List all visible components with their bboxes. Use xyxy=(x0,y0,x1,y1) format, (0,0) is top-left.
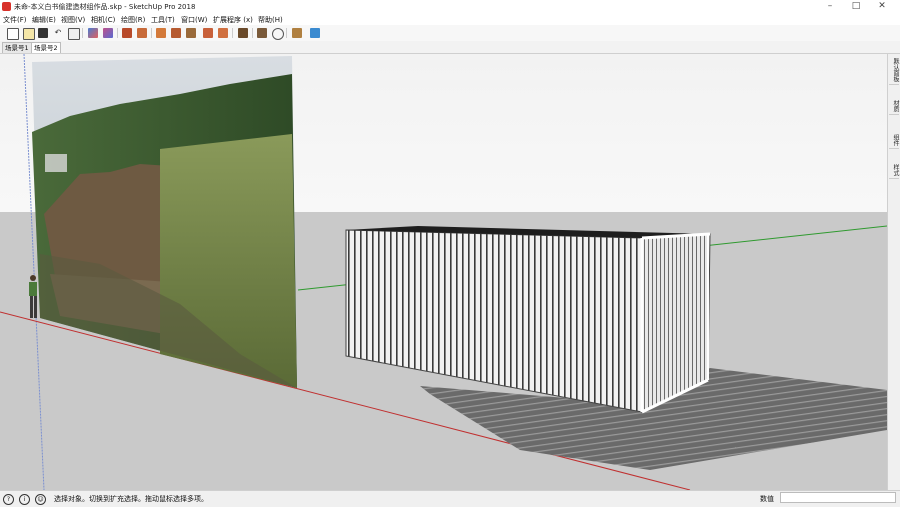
toolbar-separator xyxy=(151,28,152,38)
toolbar-separator xyxy=(286,28,287,38)
move-icon[interactable] xyxy=(218,28,228,38)
credits-icon[interactable]: i xyxy=(19,494,30,505)
warehouse-icon[interactable] xyxy=(292,28,302,38)
orbit-icon[interactable] xyxy=(272,28,284,40)
maximize-button[interactable]: □ xyxy=(844,0,868,13)
title-bar: 未命-本义白书偷建造材组作品.skp - SketchUp Pro 2018 –… xyxy=(0,0,900,13)
print-icon[interactable] xyxy=(68,28,80,40)
scene-tabs: 场景号1 场景号2 xyxy=(0,41,900,54)
menu-view[interactable]: 视图(V) xyxy=(61,15,85,25)
window-title: 未命-本义白书偷建造材组作品.skp - SketchUp Pro 2018 xyxy=(14,3,196,11)
save-icon[interactable] xyxy=(38,28,48,38)
extension-icon[interactable] xyxy=(310,28,320,38)
toolbar: ↶ xyxy=(0,25,900,42)
shape-icon[interactable] xyxy=(186,28,196,38)
menu-extensions[interactable]: 扩展程序 (x) xyxy=(213,15,253,25)
toolbar-separator xyxy=(117,28,118,38)
menu-draw[interactable]: 绘图(R) xyxy=(121,15,145,25)
rotate-icon[interactable] xyxy=(238,28,248,38)
tray-tab-components[interactable]: 组件 xyxy=(889,132,899,149)
user-icon[interactable]: ☺ xyxy=(35,494,46,505)
toolbar-separator xyxy=(232,28,233,38)
tray-tab-styles[interactable]: 样式 xyxy=(889,162,899,179)
minimize-button[interactable]: – xyxy=(818,0,842,13)
menu-camera[interactable]: 相机(C) xyxy=(91,15,115,25)
select-icon[interactable] xyxy=(88,28,98,38)
menu-help[interactable]: 帮助(H) xyxy=(258,15,283,25)
menu-edit[interactable]: 编辑(E) xyxy=(32,15,56,25)
menu-file[interactable]: 文件(F) xyxy=(3,15,27,25)
menu-window[interactable]: 窗口(W) xyxy=(181,15,207,25)
toolbar-separator xyxy=(82,28,83,38)
status-hint: 选择对象。切换到扩充选择。拖动鼠标选择多项。 xyxy=(54,495,208,503)
line-icon[interactable] xyxy=(137,28,147,38)
menu-bar: 文件(F) 编辑(E) 视图(V) 相机(C) 绘图(R) 工具(T) 窗口(W… xyxy=(0,13,900,25)
close-button[interactable]: ✕ xyxy=(870,0,894,13)
toolbar-separator xyxy=(252,28,253,38)
tab-scene-2[interactable]: 场景号2 xyxy=(31,42,61,53)
viewport-canvas[interactable] xyxy=(0,54,887,490)
tray-tab-materials[interactable]: 材质 xyxy=(889,98,899,115)
model-viewport[interactable] xyxy=(0,54,887,490)
scale-icon[interactable] xyxy=(257,28,267,38)
arc-icon[interactable] xyxy=(171,28,181,38)
eraser-icon[interactable] xyxy=(103,28,113,38)
push-pull-icon[interactable] xyxy=(203,28,213,38)
tab-scene-1[interactable]: 场景号1 xyxy=(2,42,32,53)
status-bar: ? i ☺ 选择对象。切换到扩充选择。拖动鼠标选择多项。 数值 xyxy=(0,490,900,507)
sketchup-logo-icon xyxy=(2,2,11,11)
default-tray: 默认面板 材质 组件 样式 xyxy=(887,54,900,490)
measurements-label: 数值 xyxy=(760,495,774,503)
pencil-icon[interactable] xyxy=(156,28,166,38)
new-icon[interactable] xyxy=(7,28,19,40)
open-icon[interactable] xyxy=(23,28,35,40)
measurements-input[interactable] xyxy=(780,492,896,503)
geo-location-icon[interactable]: ? xyxy=(3,494,14,505)
tray-tab-default[interactable]: 默认面板 xyxy=(889,56,899,85)
paint-icon[interactable] xyxy=(122,28,132,38)
undo-icon[interactable]: ↶ xyxy=(53,28,63,38)
menu-tools[interactable]: 工具(T) xyxy=(151,15,175,25)
